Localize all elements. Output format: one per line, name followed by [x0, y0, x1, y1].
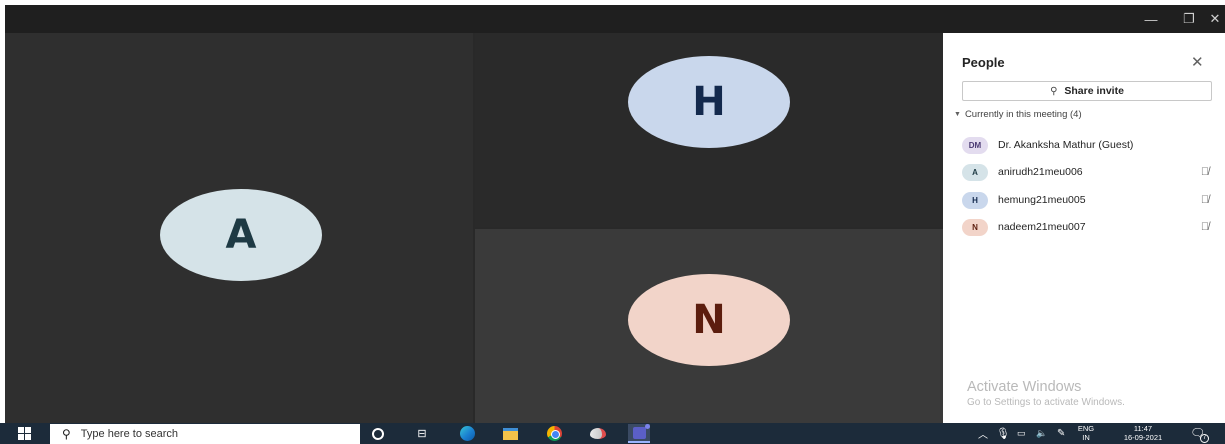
section-label: Currently in this meeting (4)	[964, 109, 1082, 120]
windows-logo-icon	[18, 427, 24, 433]
avatar: A	[962, 163, 988, 181]
people-panel: People ✕ ⚲ Share invite ▼ Currently in t…	[943, 33, 1225, 423]
windows-logo-icon	[25, 427, 31, 433]
start-button[interactable]	[18, 427, 32, 440]
action-center-button[interactable]: 🗨 7	[1190, 426, 1209, 443]
maximize-icon: ❐	[1183, 11, 1195, 26]
windows-logo-icon	[18, 434, 24, 440]
teams-icon[interactable]	[628, 423, 650, 443]
mic-off-icon: 🎙̸	[1200, 166, 1210, 178]
participant-row[interactable]: DM Dr. Akanksha Mathur (Guest)	[962, 135, 1212, 155]
taskbar-search[interactable]: ⚲ Type here to search	[50, 424, 360, 444]
edge-icon[interactable]	[459, 426, 475, 441]
system-clock[interactable]: 11:47 16-09-2021	[1120, 424, 1166, 442]
close-window-button[interactable]: ✕	[1197, 5, 1225, 33]
minimize-button[interactable]: —	[1133, 5, 1169, 33]
taskbar: ⚲ Type here to search ⊟ ︿ 🎙 ▭ 🔈 ✎ ENG IN…	[0, 423, 1225, 444]
participant-row[interactable]: A anirudh21meu006 🎙̸	[962, 162, 1212, 182]
search-icon: ⚲	[62, 427, 71, 441]
close-icon: ✕	[1209, 11, 1221, 26]
pen-icon[interactable]: ✎	[1057, 423, 1065, 444]
notification-count-badge: 7	[1200, 434, 1209, 443]
participant-row[interactable]: N nadeem21meu007 🎙̸	[962, 217, 1212, 237]
share-invite-button[interactable]: ⚲ Share invite	[962, 81, 1212, 101]
title-bar: — ❐ ✕	[5, 5, 1225, 33]
paint-icon[interactable]	[590, 426, 606, 441]
participant-avatar: A	[160, 189, 322, 281]
participant-avatar: N	[628, 274, 790, 366]
close-icon: ✕	[1191, 54, 1204, 71]
participant-name: nadeem21meu007	[998, 221, 1086, 233]
region-code: IN	[1082, 432, 1090, 442]
participant-tile-a[interactable]: A	[5, 33, 473, 423]
file-explorer-icon[interactable]	[502, 426, 518, 441]
task-view-icon[interactable]: ⊟	[414, 426, 430, 441]
minimize-icon: —	[1144, 11, 1158, 27]
participant-tile-h[interactable]: H	[475, 33, 943, 227]
meeting-stage: A H N	[5, 33, 943, 423]
cortana-icon[interactable]	[370, 426, 386, 441]
participant-tile-n[interactable]: N	[475, 229, 943, 423]
avatar: H	[962, 191, 988, 209]
avatar: N	[962, 218, 988, 236]
participant-name: hemung21meu005	[998, 194, 1086, 206]
participant-name: Dr. Akanksha Mathur (Guest)	[998, 139, 1134, 151]
mic-off-icon: 🎙̸	[1200, 194, 1210, 206]
activation-watermark: Activate Windows Go to Settings to activ…	[967, 379, 1125, 408]
search-placeholder: Type here to search	[80, 428, 179, 440]
participant-row[interactable]: H hemung21meu005 🎙̸	[962, 190, 1212, 210]
chevron-up-icon: ︿	[978, 430, 988, 441]
watermark-subtitle: Go to Settings to activate Windows.	[967, 397, 1125, 408]
share-icon: ⚲	[1050, 85, 1058, 97]
share-invite-label: Share invite	[1064, 85, 1124, 97]
volume-icon[interactable]: 🔈	[1036, 423, 1047, 444]
panel-title: People	[962, 55, 1005, 70]
mic-off-icon: 🎙̸	[1200, 221, 1210, 233]
participant-avatar: H	[628, 56, 790, 148]
chevron-down-icon: ▼	[954, 111, 961, 118]
windows-logo-icon	[25, 434, 31, 440]
show-hidden-icons-button[interactable]: ︿	[978, 423, 988, 444]
chrome-icon[interactable]	[546, 426, 562, 441]
avatar: DM	[962, 136, 988, 154]
battery-icon[interactable]: ▭	[1017, 423, 1026, 444]
participant-name: anirudh21meu006	[998, 166, 1083, 178]
screen: — ❐ ✕ A H N People ✕ ⚲ Share invite ▼ Cu…	[0, 0, 1225, 444]
microphone-icon[interactable]: 🎙	[996, 423, 1010, 444]
meeting-section-toggle[interactable]: ▼ Currently in this meeting (4)	[954, 109, 1082, 120]
clock-date: 16-09-2021	[1123, 432, 1163, 442]
watermark-title: Activate Windows	[967, 379, 1082, 395]
language-indicator[interactable]: ENG IN	[1075, 424, 1097, 442]
close-panel-button[interactable]: ✕	[1191, 53, 1204, 71]
